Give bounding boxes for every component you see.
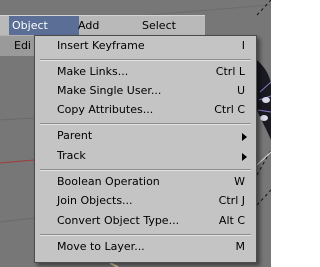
edit-mode-label: Edi <box>14 39 31 52</box>
menu-item-label: Track <box>57 149 86 162</box>
menu-item-make-links[interactable]: Make Links... Ctrl L <box>36 63 255 82</box>
menu-item-move-to-layer[interactable]: Move to Layer... M <box>36 238 255 257</box>
menu-item-parent[interactable]: Parent <box>36 127 255 146</box>
menu-item-convert-object-type[interactable]: Convert Object Type... Alt C <box>36 212 255 235</box>
submenu-arrow-icon <box>242 133 247 141</box>
menu-item-label: Copy Attributes... <box>57 103 154 116</box>
menu-item-label: Insert Keyframe <box>57 39 145 52</box>
menu-item-label: Make Single User... <box>57 84 162 97</box>
menu-item-boolean-operation[interactable]: Boolean Operation W <box>36 173 255 192</box>
menu-item-label: Boolean Operation <box>57 175 160 188</box>
menu-item-shortcut: M <box>235 240 246 253</box>
menu-item-track[interactable]: Track <box>36 147 255 170</box>
menu-item-shortcut: W <box>234 175 245 188</box>
menu-item-insert-keyframe[interactable]: Insert Keyframe I <box>36 37 255 60</box>
object-menu-dropdown: Insert Keyframe I Make Links... Ctrl L M… <box>34 35 257 263</box>
menu-item-shortcut: Ctrl L <box>215 65 245 78</box>
menu-select-label: Select <box>142 19 176 32</box>
menu-item-shortcut: Ctrl C <box>214 103 245 116</box>
menu-item-make-single-user[interactable]: Make Single User... U <box>36 82 255 101</box>
menu-item-join-objects[interactable]: Join Objects... Ctrl J <box>36 192 255 211</box>
top-menubar: Object Add Select <box>0 15 205 36</box>
menu-select[interactable]: Select <box>139 16 179 35</box>
menu-item-label: Make Links... <box>57 65 129 78</box>
menu-item-label: Join Objects... <box>57 194 133 207</box>
menu-item-shortcut: Ctrl J <box>218 194 245 207</box>
submenu-arrow-icon <box>242 153 247 161</box>
menu-object-label: Object <box>12 19 48 32</box>
menu-item-label: Convert Object Type... <box>57 214 180 227</box>
menu-item-label: Move to Layer... <box>57 240 145 253</box>
menu-item-copy-attributes[interactable]: Copy Attributes... Ctrl C <box>36 101 255 124</box>
menu-item-shortcut: I <box>241 39 245 52</box>
menu-item-shortcut: U <box>236 84 245 97</box>
menu-object[interactable]: Object <box>9 16 79 35</box>
menu-item-shortcut: Alt C <box>218 214 245 227</box>
menu-add[interactable]: Add <box>75 16 102 35</box>
menu-add-label: Add <box>78 19 100 32</box>
menu-item-label: Parent <box>57 129 93 142</box>
